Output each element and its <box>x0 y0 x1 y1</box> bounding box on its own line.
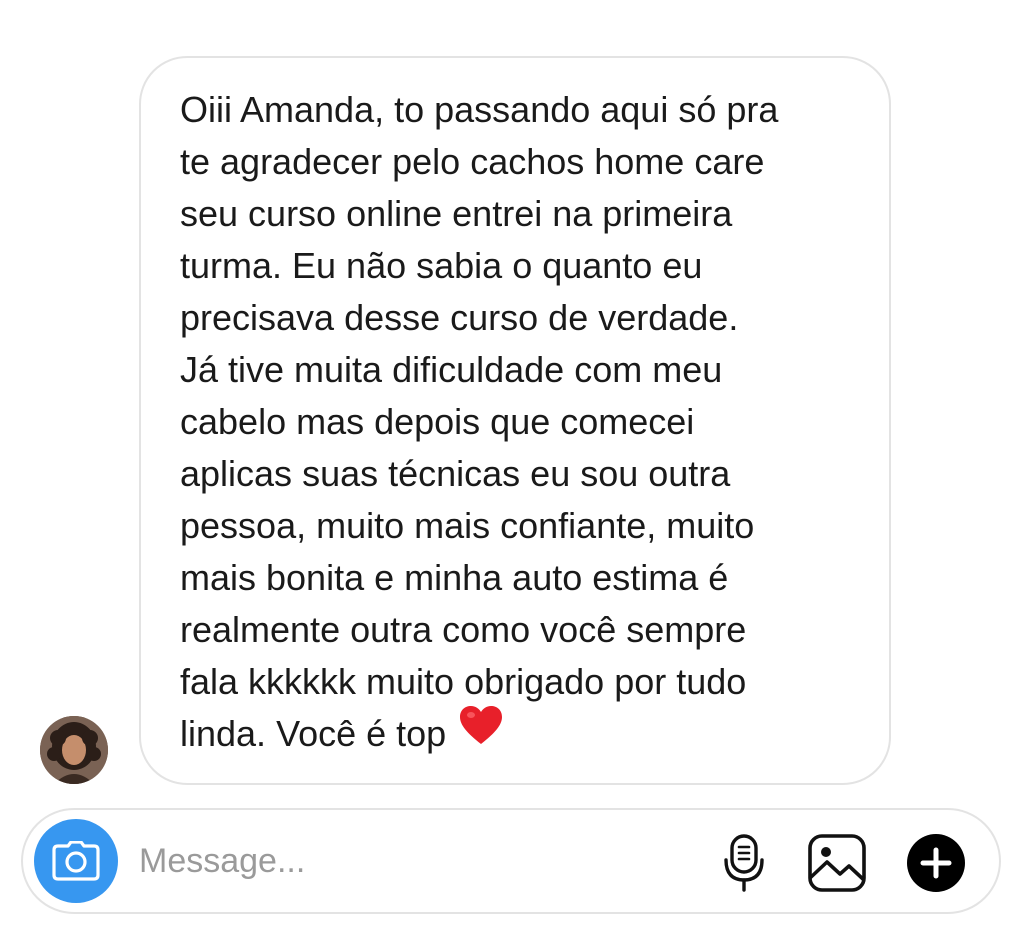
message-bubble[interactable]: Oiii Amanda, to passando aqui só pra te … <box>139 56 891 785</box>
message-line: Já tive muita dificuldade com meu <box>180 349 723 390</box>
message-line: Oiii Amanda, to passando aqui só pra <box>180 89 779 130</box>
message-line: fala kkkkkk muito obrigado por tudo <box>180 661 747 702</box>
avatar[interactable] <box>40 716 108 784</box>
message-line: cabelo mas depois que comecei <box>180 401 695 442</box>
gallery-icon <box>808 834 866 892</box>
message-line: te agradecer pelo cachos home care <box>180 141 765 182</box>
message-thread: Oiii Amanda, to passando aqui só pra te … <box>0 0 1024 935</box>
plus-icon <box>907 834 965 892</box>
message-line: mais bonita e minha auto estima é <box>180 557 729 598</box>
message-line: precisava desse curso de verdade. <box>180 297 739 338</box>
message-line: pessoa, muito mais confiante, muito <box>180 505 755 546</box>
message-composer <box>21 808 1001 914</box>
red-heart-icon <box>458 704 504 760</box>
message-line: seu curso online entrei na primeira <box>180 193 733 234</box>
gallery-button[interactable] <box>807 833 867 893</box>
message-line: turma. Eu não sabia o quanto eu <box>180 245 703 286</box>
message-line: realmente outra como você sempre <box>180 609 747 650</box>
microphone-icon <box>724 834 764 892</box>
avatar-photo <box>40 716 108 784</box>
camera-icon <box>52 841 100 881</box>
microphone-button[interactable] <box>714 833 774 893</box>
camera-button[interactable] <box>34 819 118 903</box>
message-line-text: linda. Você é top <box>180 713 447 754</box>
add-button[interactable] <box>906 833 966 893</box>
message-line: aplicas suas técnicas eu sou outra <box>180 453 731 494</box>
message-last-line: linda. Você é top <box>180 706 859 760</box>
message-input[interactable] <box>139 832 679 890</box>
